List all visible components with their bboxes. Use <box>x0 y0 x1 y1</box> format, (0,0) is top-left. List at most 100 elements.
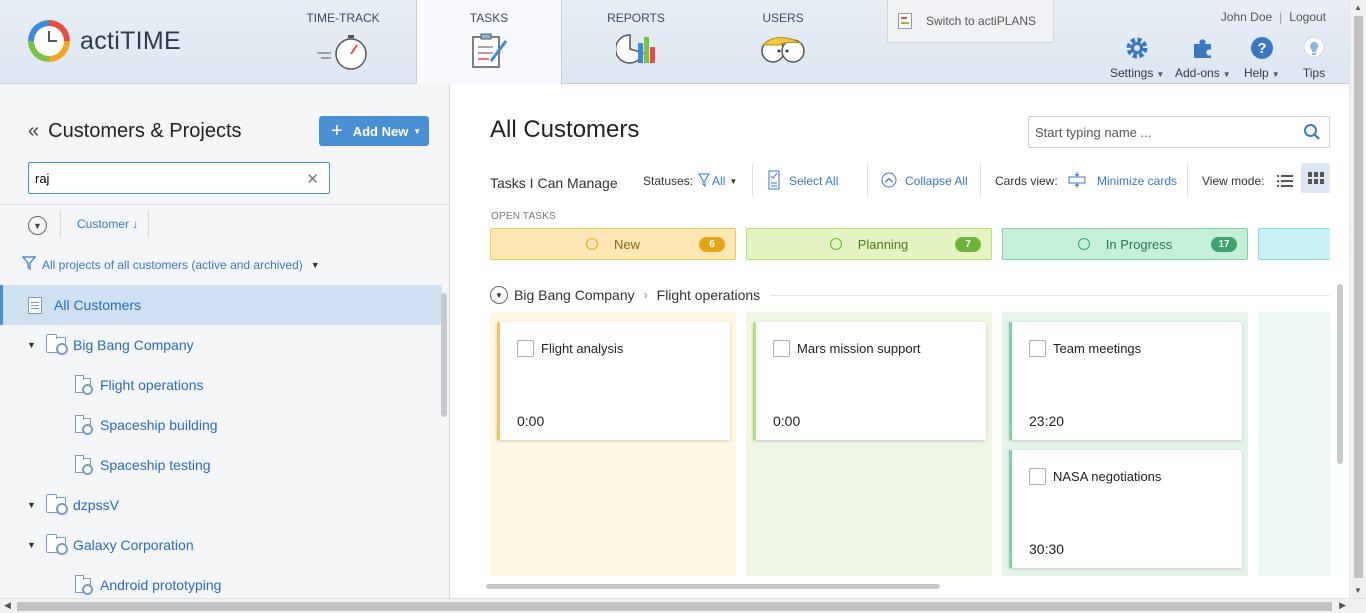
chevron-down-icon[interactable]: ▼ <box>27 500 36 510</box>
tree-item-customer[interactable]: ▼ Galaxy Corporation <box>0 525 442 565</box>
clock-icon <box>829 238 842 250</box>
cards-view-control: Cards view: <box>995 164 1058 198</box>
plus-icon: + <box>331 120 343 142</box>
chevron-down-icon[interactable]: ▼ <box>27 340 36 350</box>
open-tasks-label: OPEN TASKS <box>491 211 556 222</box>
cards-column-next <box>1258 312 1330 576</box>
project-folder-icon <box>75 414 93 435</box>
sort-by-customer[interactable]: Customer ↓ <box>77 217 138 231</box>
scroll-right-icon[interactable]: ▶ <box>1339 600 1346 611</box>
divider <box>980 164 981 196</box>
addons-menu[interactable]: Add-ons ▼ <box>1175 36 1231 80</box>
task-time: 23:20 <box>1029 413 1065 429</box>
top-bar: actiTIME TIME-TRACK TASKS REPORTS USERS … <box>0 0 1366 85</box>
statuses-filter[interactable]: Statuses: All ▼ <box>643 164 737 198</box>
expand-all-toggle[interactable]: ▼ <box>28 216 47 235</box>
task-card[interactable]: Mars mission support 0:00 <box>753 322 986 440</box>
board-horizontal-scrollbar[interactable] <box>486 584 940 589</box>
tree-item-all-customers[interactable]: All Customers <box>0 285 442 325</box>
scroll-thumb[interactable] <box>17 602 1332 611</box>
tree-item-project[interactable]: Flight operations <box>0 365 442 405</box>
chevron-down-icon[interactable]: ▼ <box>27 540 36 550</box>
svg-text:?: ? <box>1257 40 1266 57</box>
separator: | <box>1279 10 1283 24</box>
user-name-link[interactable]: John Doe <box>1221 10 1272 24</box>
task-checkbox[interactable] <box>517 340 534 357</box>
window-horizontal-scrollbar[interactable]: ◀ ▶ <box>0 598 1366 613</box>
tree-item-label: Flight operations <box>100 377 204 393</box>
nav-tab-reports[interactable]: REPORTS <box>563 0 709 84</box>
board-vertical-scrollbar[interactable] <box>1337 284 1343 464</box>
tree-item-customer[interactable]: ▼ Big Bang Company <box>0 325 442 365</box>
scroll-down-icon[interactable]: ▼ <box>1354 586 1362 595</box>
chevron-down-icon[interactable]: ▼ <box>490 286 508 304</box>
stopwatch-icon <box>315 33 371 74</box>
task-search-input[interactable] <box>1029 117 1289 147</box>
nav-tab-users[interactable]: USERS <box>710 0 856 84</box>
status-column-in-progress[interactable]: In Progress 17 <box>1002 228 1248 260</box>
tips-button[interactable]: Tips <box>1302 36 1326 80</box>
logo[interactable]: actiTIME <box>28 20 181 62</box>
clear-search-icon[interactable]: ✕ <box>306 170 319 188</box>
task-checkbox[interactable] <box>773 340 790 357</box>
task-search-field <box>1028 116 1330 148</box>
chevron-down-icon: ▼ <box>729 176 738 186</box>
breadcrumb-project[interactable]: Flight operations <box>657 287 761 303</box>
task-card[interactable]: Flight analysis 0:00 <box>497 322 730 440</box>
divider <box>148 210 149 238</box>
tree-item-customer[interactable]: ▼ dzpssV <box>0 485 442 525</box>
cards-view-icon[interactable] <box>1301 163 1330 193</box>
settings-label: Settings ▼ <box>1110 66 1165 80</box>
breadcrumb-customer[interactable]: Big Bang Company <box>514 287 635 303</box>
collapse-panel-icon[interactable]: « <box>28 120 39 143</box>
statuses-value: All <box>712 174 726 188</box>
scroll-up-icon[interactable]: ▲ <box>1354 3 1362 12</box>
minimize-cards-button[interactable]: Minimize cards <box>1066 164 1177 198</box>
tasks-scope-label: Tasks I Can Manage <box>490 175 618 191</box>
list-document-icon <box>28 296 42 314</box>
task-card[interactable]: NASA negotiations 30:30 <box>1009 450 1242 568</box>
lightbulb-icon <box>1302 36 1326 60</box>
list-view-icon[interactable] <box>1276 164 1294 198</box>
task-time: 0:00 <box>517 413 545 429</box>
scroll-left-icon[interactable]: ◀ <box>4 600 11 611</box>
tree-item-project[interactable]: Android prototyping <box>0 565 442 598</box>
customer-search-field: ✕ <box>28 162 330 194</box>
window-vertical-scrollbar[interactable]: ▲ ▼ <box>1349 0 1366 598</box>
nav-tab-tasks[interactable]: TASKS <box>416 0 562 85</box>
customer-search-input[interactable] <box>29 163 289 193</box>
collapse-circle-icon <box>881 172 897 191</box>
clock-icon <box>585 238 598 250</box>
task-name: NASA negotiations <box>1053 469 1162 484</box>
switch-to-actiplans-button[interactable]: Switch to actiPLANS <box>887 0 1054 43</box>
select-all-button[interactable]: Select All <box>768 164 838 198</box>
settings-menu[interactable]: Settings ▼ <box>1110 36 1164 80</box>
nav-tab-time-track[interactable]: TIME-TRACK <box>270 0 416 84</box>
status-column-next[interactable] <box>1258 228 1330 260</box>
tree-item-label: Big Bang Company <box>73 337 194 353</box>
cards-view-label: Cards view: <box>995 174 1058 188</box>
logout-link[interactable]: Logout <box>1289 10 1326 24</box>
cards-column-in-progress: Team meetings 23:20 NASA negotiations 30… <box>1002 312 1248 576</box>
help-menu[interactable]: ? Help ▼ <box>1244 36 1280 80</box>
status-column-planning[interactable]: Planning 7 <box>746 228 992 260</box>
task-checkbox[interactable] <box>1029 468 1046 485</box>
status-column-new[interactable]: New 6 <box>490 228 736 260</box>
tree-item-project[interactable]: Spaceship building <box>0 405 442 445</box>
task-time: 30:30 <box>1029 541 1065 557</box>
collapse-all-label: Collapse All <box>905 174 968 188</box>
task-card[interactable]: Team meetings 23:20 <box>1009 322 1242 440</box>
status-label: In Progress <box>1105 236 1173 252</box>
collapse-all-button[interactable]: Collapse All <box>881 164 968 198</box>
tree-scrollbar[interactable] <box>441 293 447 417</box>
project-folder-icon <box>75 374 93 395</box>
scroll-thumb[interactable] <box>1354 16 1363 578</box>
add-new-button[interactable]: + Add New ▼ <box>319 116 429 146</box>
project-filter[interactable]: All projects of all customers (active an… <box>21 256 320 273</box>
divider <box>867 164 868 196</box>
task-checkbox[interactable] <box>1029 340 1046 357</box>
search-icon[interactable] <box>1303 123 1321 144</box>
customers-projects-panel: « Customers & Projects + Add New ▼ ✕ ▼ C… <box>0 84 450 598</box>
breadcrumb-separator-icon: › <box>643 288 648 302</box>
tree-item-project[interactable]: Spaceship testing <box>0 445 442 485</box>
